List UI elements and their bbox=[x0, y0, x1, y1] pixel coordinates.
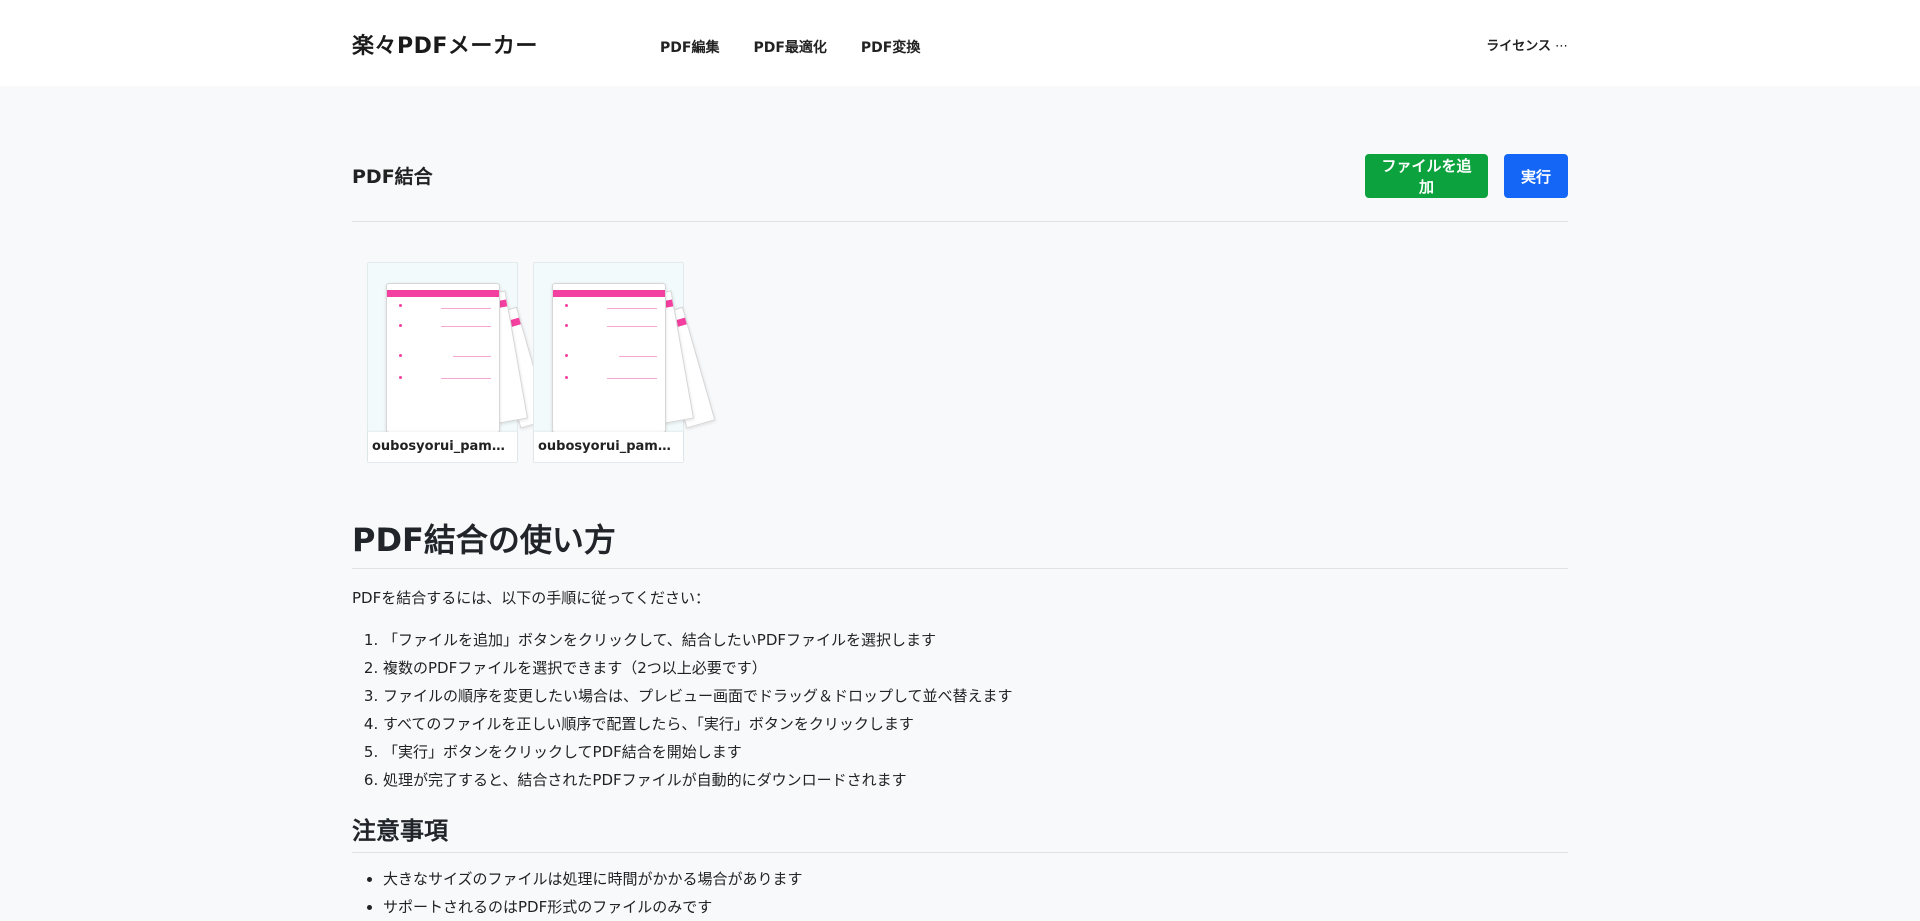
list-item: ファイルの順序を変更したい場合は、プレビュー画面でドラッグ＆ドロップして並べ替え… bbox=[383, 682, 1568, 710]
notes-title: 注意事項 bbox=[352, 814, 1568, 853]
page-preview-front bbox=[386, 283, 500, 433]
tool-title: PDF結合 bbox=[352, 166, 433, 188]
howto-title: PDF結合の使い方 bbox=[352, 518, 1568, 569]
list-item: 大きなサイズのファイルは処理に時間がかかる場合があります bbox=[383, 865, 1568, 893]
notes-list: 大きなサイズのファイルは処理に時間がかかる場合があります サポートされるのはPD… bbox=[352, 865, 1568, 921]
main-nav: PDF編集 PDF最適化 PDF変換 bbox=[660, 38, 954, 58]
file-thumbnail[interactable]: oubosyorui_pamphl... bbox=[533, 262, 716, 463]
list-item: 処理が完了すると、結合されたPDFファイルが自動的にダウンロードされます bbox=[383, 766, 1568, 794]
nav-pdf-optimize[interactable]: PDF最適化 bbox=[753, 38, 826, 58]
site-logo[interactable]: 楽々PDFメーカー bbox=[352, 32, 538, 62]
nav-pdf-edit[interactable]: PDF編集 bbox=[660, 38, 719, 58]
list-item: 複数のPDFファイルを選択できます（2つ以上必要です） bbox=[383, 654, 1568, 682]
list-item: サポートされるのはPDF形式のファイルのみです bbox=[383, 893, 1568, 921]
file-name: oubosyorui_pamphl... bbox=[368, 432, 517, 462]
list-item: すべてのファイルを正しい順序で配置したら、「実行」ボタンをクリックします bbox=[383, 710, 1568, 738]
license-menu[interactable]: ライセンス ⋯ bbox=[1486, 37, 1568, 57]
nav-pdf-convert[interactable]: PDF変換 bbox=[861, 38, 920, 58]
add-file-button[interactable]: ファイルを追加 bbox=[1365, 154, 1488, 198]
site-header: 楽々PDFメーカー PDF編集 PDF最適化 PDF変換 ライセンス ⋯ bbox=[0, 0, 1920, 86]
file-thumbnail[interactable]: oubosyorui_pamphl... bbox=[367, 262, 550, 463]
file-name: oubosyorui_pamphl... bbox=[534, 432, 683, 462]
toolbar-divider bbox=[352, 221, 1568, 222]
run-button[interactable]: 実行 bbox=[1504, 154, 1568, 198]
howto-section: PDF結合の使い方 PDFを結合するには、以下の手順に従ってください： 「ファイ… bbox=[352, 518, 1568, 921]
howto-intro: PDFを結合するには、以下の手順に従ってください： bbox=[352, 589, 711, 607]
howto-steps: 「ファイルを追加」ボタンをクリックして、結合したいPDFファイルを選択します 複… bbox=[352, 626, 1568, 794]
license-label: ライセンス bbox=[1486, 39, 1551, 54]
dropdown-caret-icon: ⋯ bbox=[1555, 39, 1568, 54]
list-item: 「実行」ボタンをクリックしてPDF結合を開始します bbox=[383, 738, 1568, 766]
page-preview-front bbox=[552, 283, 666, 433]
list-item: 「ファイルを追加」ボタンをクリックして、結合したいPDFファイルを選択します bbox=[383, 626, 1568, 654]
